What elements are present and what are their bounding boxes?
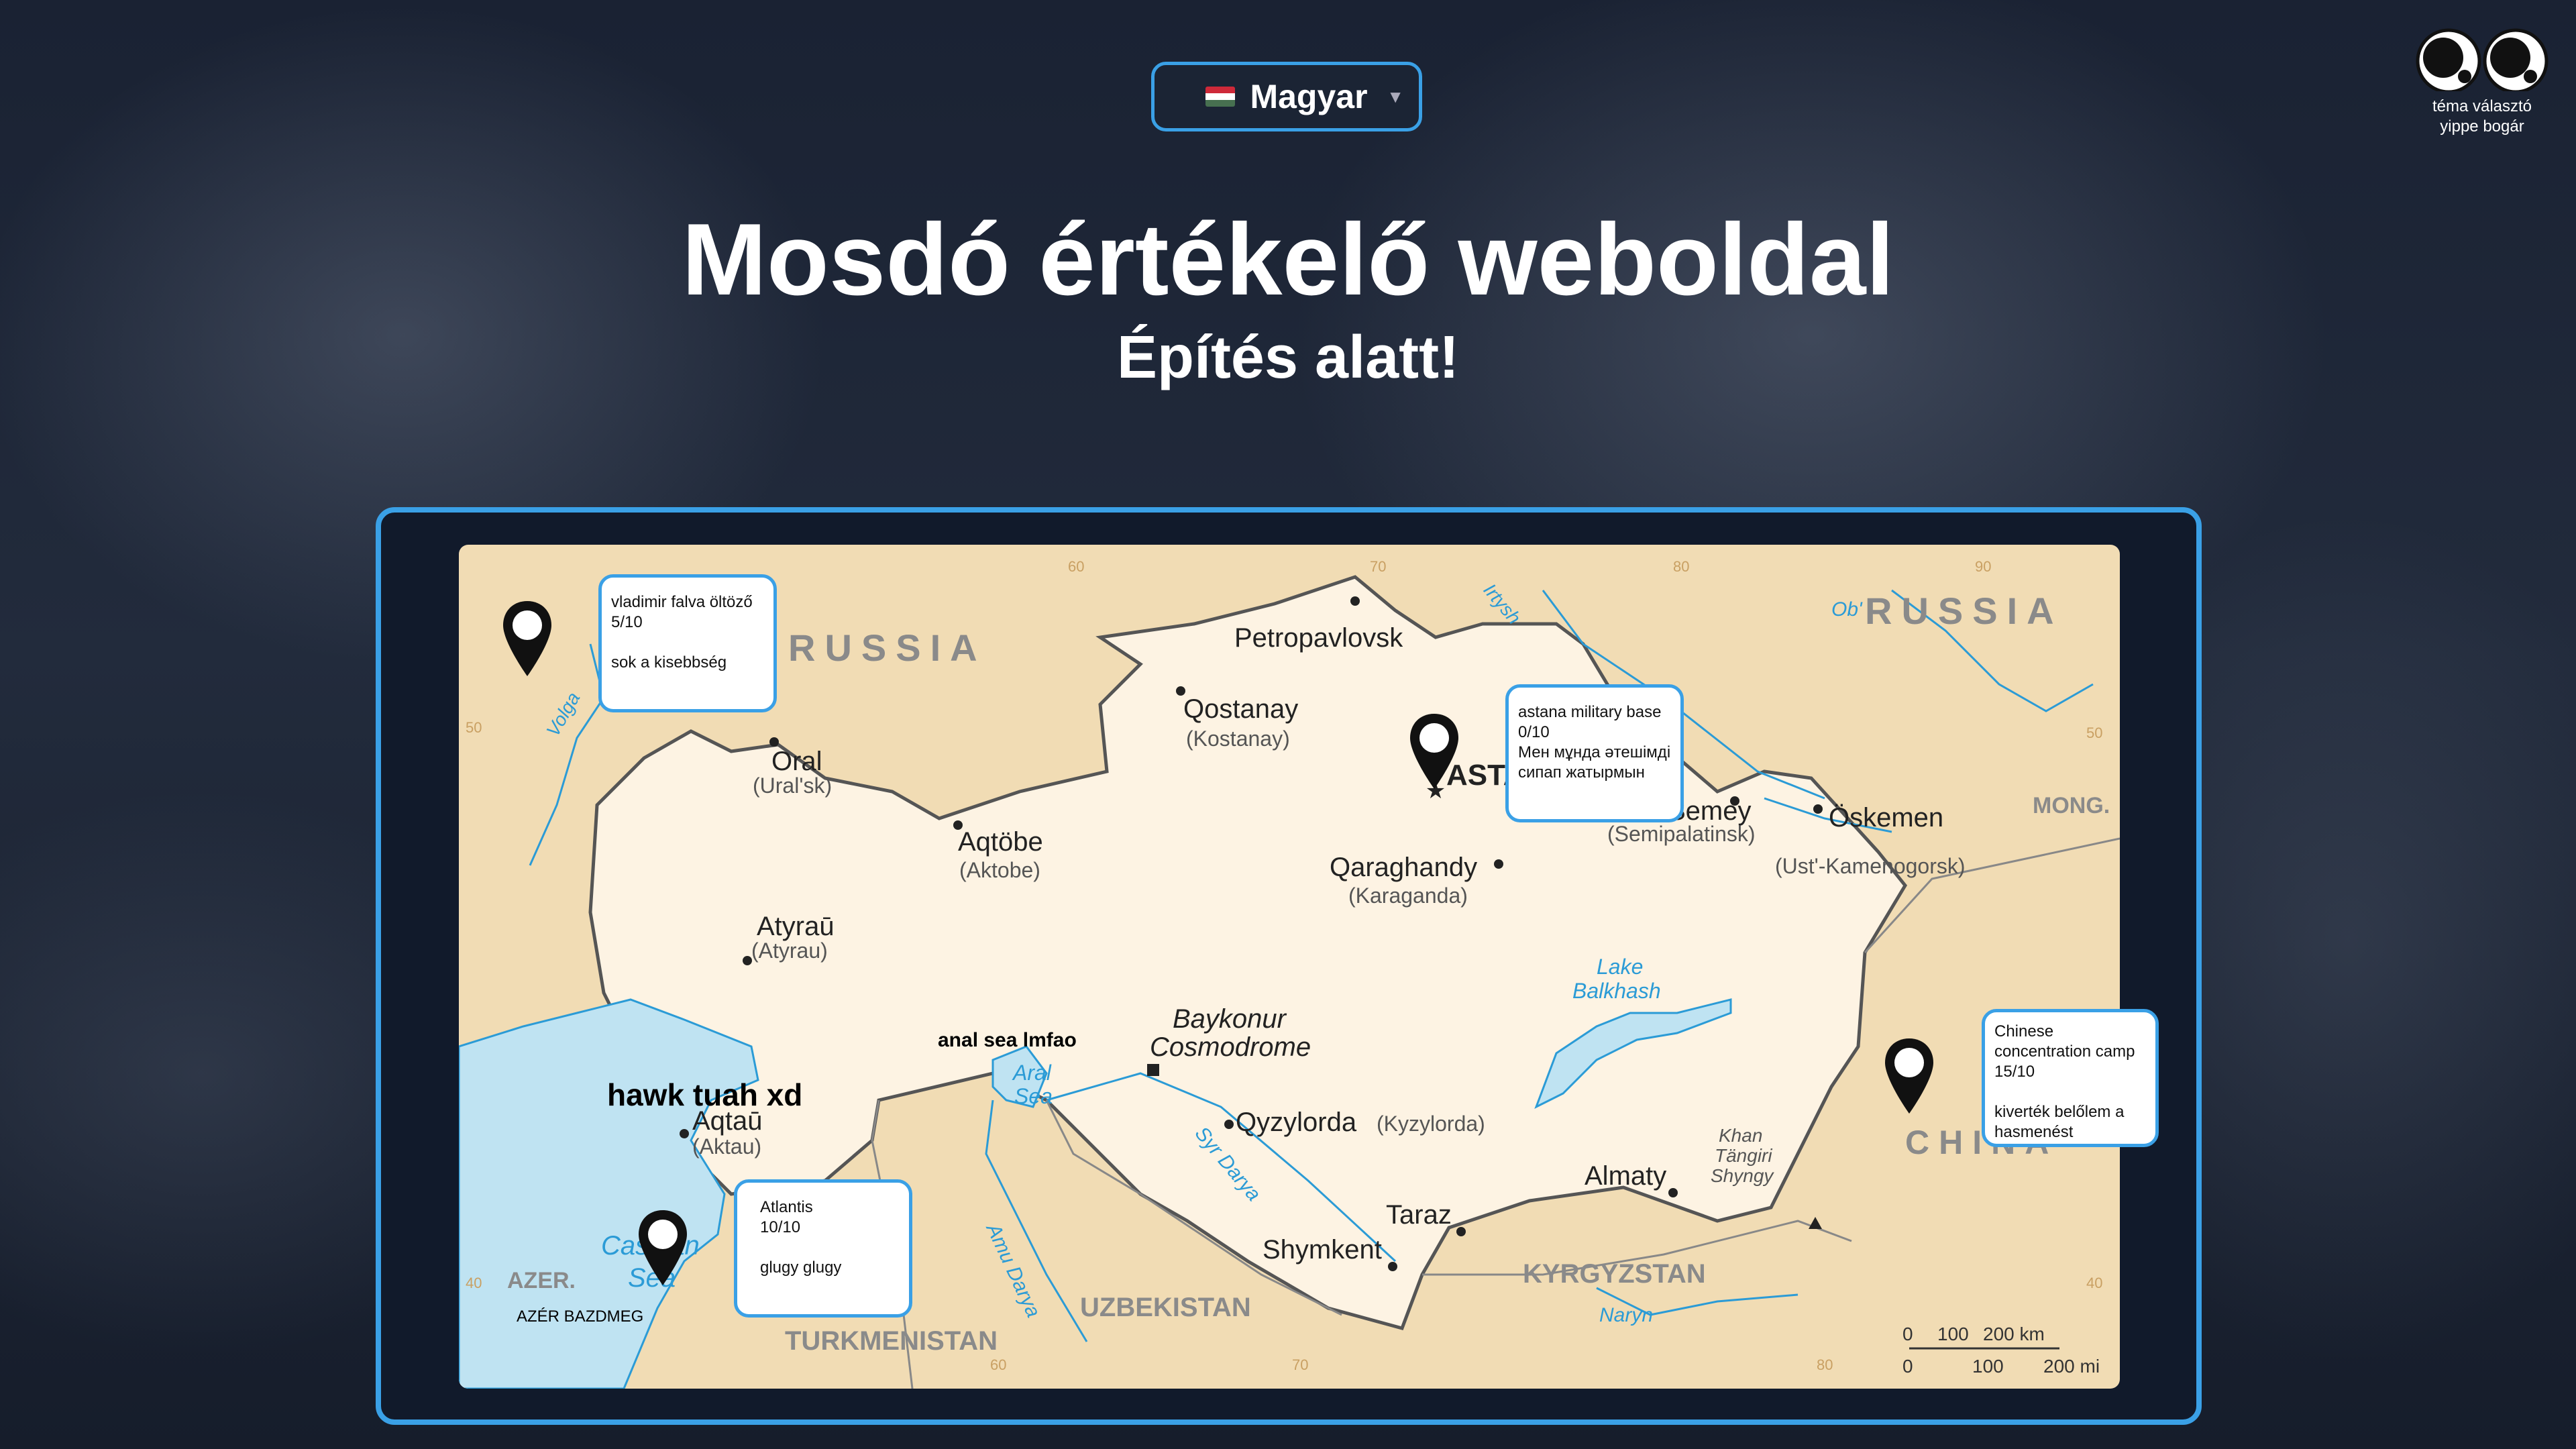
label-uzbekistan: UZBEKISTAN [1080,1293,1251,1322]
map-pin-icon[interactable] [636,1208,690,1288]
city-almaty: Almaty [1585,1161,1666,1191]
city-oskemen: Öskemen [1829,803,1943,833]
tick-label: 70 [1292,1356,1308,1373]
tick-label: 40 [2086,1275,2102,1291]
city-shymkent: Shymkent [1263,1235,1382,1265]
review-line [760,1238,900,1258]
scale-mi-2: 200 mi [2043,1356,2100,1377]
review-line: concentration camp [1994,1042,2135,1061]
tick-label: 50 [2086,724,2102,741]
review-line: 10/10 [760,1218,801,1236]
label-turkmenistan: TURKMENISTAN [785,1326,998,1356]
tangiri-label: Tängiri [1715,1145,1772,1166]
label-mongolia: MONG. [2033,793,2110,818]
baykonur-label: Baykonur [1173,1004,1287,1034]
annotation-anal-sea: anal sea lmfao [938,1029,1077,1051]
tick-label: 60 [990,1356,1006,1373]
scale-km-1: 100 [1937,1324,1969,1344]
tick-label: 60 [1068,558,1084,575]
annotation-hawk: hawk tuah xd [607,1077,802,1112]
label-aral: Aral [1012,1061,1052,1085]
city-alt-oskemen: (Ust'-Kamenogorsk) [1775,854,1966,878]
city-alt-qyzylorda: (Kyzylorda) [1377,1112,1485,1136]
review-popup-atlantis[interactable]: Atlantis 10/10 glugy glugy [734,1179,912,1318]
review-line: Chinese [1994,1022,2054,1040]
map-pin-icon[interactable] [1407,711,1461,792]
scale-mi-0: 0 [1902,1356,1913,1377]
city-petropavlovsk: Petropavlovsk [1234,623,1403,653]
map-pin-icon[interactable] [1882,1036,1936,1116]
review-line: Мен мұнда әтешімді [1518,743,1671,761]
review-line [1994,1082,2146,1102]
kazakhstan-map[interactable]: 50 60 70 80 90 50 40 40 60 70 80 RUSSIA … [0,0,2576,1449]
shyngy-label: Shyngy [1711,1165,1774,1186]
review-line: Atlantis [760,1198,813,1216]
label-russia-east: RUSSIA [1865,590,2063,632]
city-alt-atyrau: (Atyrau) [751,938,828,963]
city-atyrau: Atyraū [757,912,835,941]
label-kyrgyzstan: KYRGYZSTAN [1523,1259,1706,1289]
cosmodrome-label: Cosmodrome [1150,1032,1311,1062]
scale-km-0: 0 [1902,1324,1913,1344]
review-popup-chinese-camp[interactable]: Chinese concentration camp 15/10 kiverté… [1982,1009,2159,1147]
city-taraz: Taraz [1386,1200,1452,1230]
review-line: sok a kisebbség [611,653,727,672]
city-qyzylorda: Qyzylorda [1236,1108,1357,1137]
label-russia-west: RUSSIA [788,627,987,669]
city-qostanay: Qostanay [1183,694,1298,724]
label-naryn: Naryn [1599,1304,1653,1326]
review-line: vladimir falva öltöző [611,593,753,611]
review-line: сипап жатырмын [1518,763,1645,782]
khan-label: Khan [1719,1125,1762,1146]
city-alt-qostanay: (Kostanay) [1186,727,1290,751]
map-pin-icon[interactable] [500,598,554,679]
label-balkhash: Balkhash [1572,979,1661,1003]
scale-mi-1: 100 [1972,1356,2004,1377]
review-line: 15/10 [1994,1063,2035,1081]
review-line: 5/10 [611,613,643,631]
review-line [611,633,764,653]
tick-label: 70 [1370,558,1386,575]
tick-label: 50 [466,719,482,736]
review-line: kiverték belőlem a [1994,1103,2125,1121]
annotation-azer: AZÉR BAZDMEG [517,1307,643,1326]
scale-km-2: 200 km [1983,1324,2045,1344]
review-line: 0/10 [1518,723,1550,741]
label-aral-sea: Sea [1014,1084,1053,1108]
label-azer: AZER. [507,1268,576,1293]
city-alt-aqtobe: (Aktobe) [959,858,1040,882]
city-alt-qaraghandy: (Karaganda) [1348,883,1468,908]
tick-label: 40 [466,1275,482,1291]
review-popup-vladimir[interactable]: vladimir falva öltöző 5/10 sok a kisebbs… [598,574,777,712]
city-alt-semey: (Semipalatinsk) [1607,822,1756,846]
city-aqtobe: Aqtöbe [958,827,1043,857]
label-lake: Lake [1597,955,1643,979]
label-ob: Ob' [1831,598,1863,621]
city-alt-aqtau: (Aktau) [692,1134,761,1159]
city-oral: Oral [771,747,822,776]
tick-label: 90 [1975,558,1991,575]
city-alt-oral: (Ural'sk) [753,773,832,798]
tick-label: 80 [1673,558,1689,575]
review-popup-astana[interactable]: astana military base 0/10 Мен мұнда әтеш… [1505,684,1684,822]
review-line: astana military base [1518,703,1662,721]
tick-label: 80 [1817,1356,1833,1373]
review-line: hasmenést [1994,1123,2074,1141]
review-line: glugy glugy [760,1258,842,1277]
city-qaraghandy: Qaraghandy [1330,853,1477,882]
